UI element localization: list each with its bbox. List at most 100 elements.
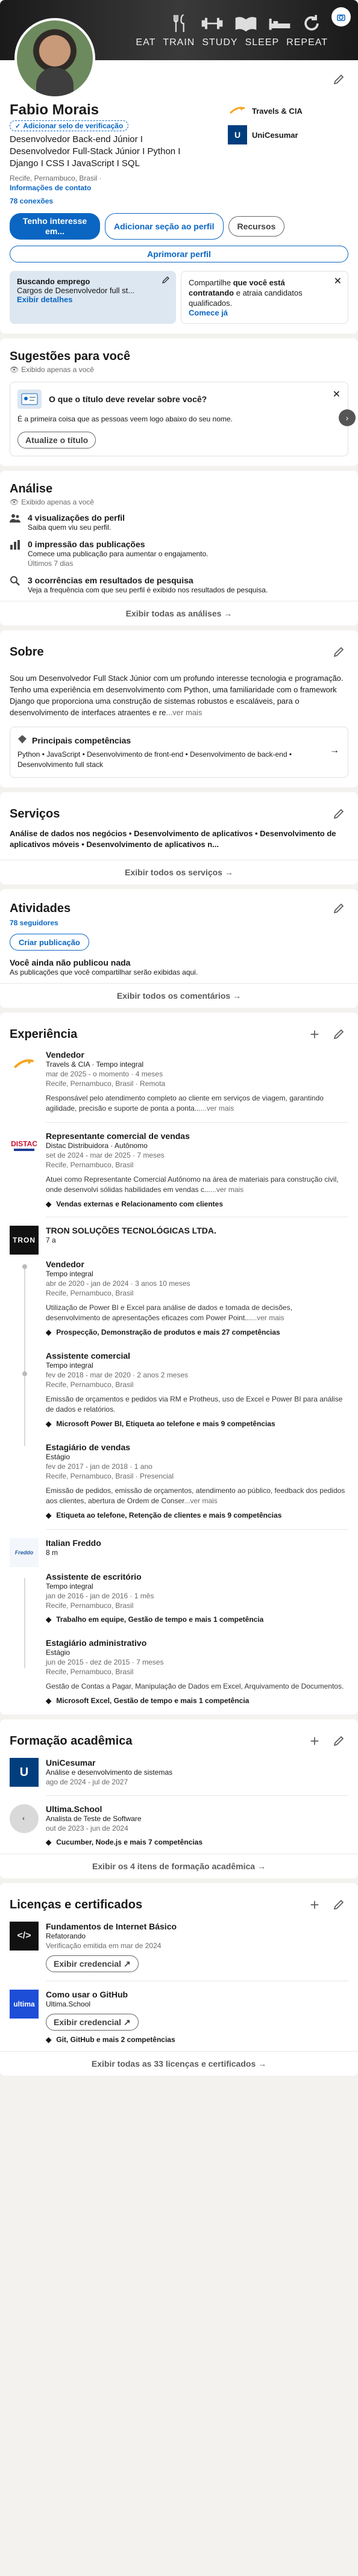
- experience-skills[interactable]: ◆ Prospecção, Demonstração de produtos e …: [46, 1328, 348, 1336]
- analytics-item-sub2: Últimos 7 dias: [28, 559, 74, 568]
- experience-skills[interactable]: ◆ Microsoft Excel, Gestão de tempo e mais…: [46, 1696, 348, 1705]
- services-title: Serviços: [10, 807, 60, 821]
- current-school[interactable]: U UniCesumar: [228, 125, 348, 144]
- current-company[interactable]: Travels & CIA: [228, 101, 348, 120]
- analytics-item[interactable]: 4 visualizações do perfil Saiba quem viu…: [10, 513, 348, 532]
- show-all-services-link[interactable]: Exibir todos os serviços →: [0, 860, 358, 884]
- see-more-link[interactable]: ...ver mais: [251, 1314, 284, 1322]
- edit-icon[interactable]: [329, 1731, 348, 1751]
- see-more-link[interactable]: ...ver mais: [201, 1104, 234, 1113]
- analytics-item[interactable]: 0 impressão das publicações Comece uma p…: [10, 539, 348, 568]
- verify-badge-button[interactable]: ✓ Adicionar selo de verificação: [10, 120, 129, 131]
- license-item[interactable]: ultima Como usar o GitHub Ultima.School …: [10, 1990, 348, 2044]
- experience-item[interactable]: Vendedor Travels & CIA · Tempo integral …: [10, 1050, 348, 1114]
- banner-word: EAT: [136, 37, 156, 48]
- analytics-item[interactable]: 3 ocorrências em resultados de pesquisa …: [10, 576, 348, 595]
- skills-label: Trabalho em equipe, Gestão de tempo e ma…: [56, 1615, 264, 1624]
- experience-dates: fev de 2017 - jan de 2018 · 1 ano: [46, 1462, 152, 1471]
- eye-icon: 👁: [10, 498, 19, 506]
- experience-item[interactable]: DISTAC Representante comercial de vendas…: [10, 1131, 348, 1208]
- education-item[interactable]: ◐ Ultima.School Analista de Teste de Sof…: [10, 1804, 348, 1846]
- experience-desc: Emissão de orçamentos e pedidos via RM e…: [46, 1395, 343, 1414]
- experience-role: Assistente de escritório: [46, 1572, 142, 1581]
- diamond-icon: ◆: [46, 1511, 52, 1519]
- add-icon[interactable]: +: [305, 1025, 324, 1044]
- education-title: Formação acadêmica: [10, 1734, 133, 1748]
- see-more-link[interactable]: ...ver mais: [166, 708, 202, 717]
- experience-role-entry[interactable]: Estagiário de vendas Estágio fev de 2017…: [46, 1442, 348, 1519]
- services-list[interactable]: Análise de dados nos negócios • Desenvol…: [10, 828, 348, 850]
- ultima-logo-icon: ultima: [10, 1990, 39, 2019]
- show-all-licenses-link[interactable]: Exibir todas as 33 licenças e certificad…: [0, 2051, 358, 2076]
- experience-role-entry[interactable]: Estagiário administrativo Estágio jun de…: [46, 1638, 348, 1705]
- resources-button[interactable]: Recursos: [228, 216, 285, 237]
- edit-icon[interactable]: [329, 642, 348, 662]
- open-to-label: Tenho interesse em...: [22, 216, 87, 236]
- see-more-link[interactable]: ...ver mais: [210, 1185, 243, 1194]
- experience-role-entry[interactable]: Vendedor Tempo integral abr de 2020 - ja…: [46, 1259, 348, 1336]
- experience-location: Recife, Pernambuco, Brasil · Remota: [46, 1079, 166, 1088]
- experience-dates: mar de 2025 - o momento · 4 meses: [46, 1070, 163, 1078]
- skills-label: Prospecção, Demonstração de produtos e m…: [56, 1328, 280, 1336]
- unicesumar-logo-icon: U: [10, 1758, 39, 1787]
- edit-icon[interactable]: [329, 804, 348, 824]
- close-icon[interactable]: ✕: [333, 388, 341, 400]
- close-icon[interactable]: ✕: [334, 275, 342, 287]
- add-icon[interactable]: +: [305, 1731, 324, 1751]
- experience-group-duration: 8 m: [46, 1548, 58, 1557]
- show-credential-button[interactable]: Exibir credencial ↗: [46, 2014, 139, 2031]
- add-section-button[interactable]: Adicionar seção ao perfil: [105, 213, 224, 240]
- suggestions-card: Sugestões para você 👁 Exibido apenas a v…: [0, 338, 358, 466]
- skills-label: Git, GitHub e mais 2 competências: [56, 2035, 175, 2044]
- edit-intro-icon[interactable]: [329, 70, 348, 89]
- experience-group[interactable]: Freddo Italian Freddo 8 m: [10, 1538, 348, 1567]
- skills-label: Vendas externas e Relacionamento com cli…: [56, 1200, 224, 1208]
- show-credential-button[interactable]: Exibir credencial ↗: [46, 1955, 139, 1972]
- show-all-comments-link[interactable]: Exibir todos os comentários →: [0, 983, 358, 1008]
- carousel-next-icon[interactable]: ›: [339, 409, 356, 426]
- create-post-button[interactable]: Criar publicação: [10, 934, 89, 951]
- activity-card: Atividades 78 seguidores Criar publicaçã…: [0, 889, 358, 1008]
- arrow-right-icon[interactable]: →: [330, 745, 339, 756]
- followers-link[interactable]: 78 seguidores: [10, 918, 348, 928]
- hiring-start-link[interactable]: Comece já: [189, 308, 341, 317]
- experience-role: Estagiário de vendas: [46, 1442, 131, 1452]
- experience-group[interactable]: TRON TRON SOLUÇÕES TECNOLÓGICAS LTDA. 7 …: [10, 1226, 348, 1255]
- license-skills[interactable]: ◆ Git, GitHub e mais 2 competências: [46, 2035, 175, 2044]
- experience-skills[interactable]: ◆ Etiqueta ao telefone, Retenção de clien…: [46, 1511, 348, 1519]
- edit-banner-icon[interactable]: [331, 7, 351, 26]
- edit-icon[interactable]: [329, 1895, 348, 1914]
- edit-open-to-work-icon[interactable]: [162, 276, 170, 286]
- connections-link[interactable]: 78 conexões: [10, 196, 190, 206]
- experience-role-entry[interactable]: Assistente comercial Tempo integral fev …: [46, 1351, 348, 1428]
- travels-logo-icon: [10, 1050, 39, 1079]
- hiring-card[interactable]: Compartilhe que você está contratando e …: [181, 271, 348, 324]
- education-item[interactable]: U UniCesumar Análise e desenvolvimento d…: [10, 1758, 348, 1787]
- contact-info-link[interactable]: Informações de contato: [10, 183, 190, 193]
- show-all-analytics-link[interactable]: Exibir todas as análises →: [0, 601, 358, 625]
- open-to-work-card[interactable]: Buscando emprego Cargos de Desenvolvedor…: [10, 271, 176, 324]
- open-to-work-link[interactable]: Exibir detalhes: [17, 295, 169, 304]
- licenses-card: Licenças e certificados + </> Fundamento…: [0, 1883, 358, 2076]
- show-all-education-link[interactable]: Exibir os 4 itens de formação acadêmica …: [0, 1854, 358, 1878]
- open-to-button[interactable]: Tenho interesse em...: [10, 213, 100, 240]
- edit-icon[interactable]: [329, 1025, 348, 1044]
- verify-badge-label: Adicionar selo de verificação: [23, 122, 124, 130]
- add-icon[interactable]: +: [305, 1895, 324, 1914]
- experience-role-entry[interactable]: Assistente de escritório Tempo integral …: [46, 1572, 348, 1624]
- update-headline-button[interactable]: Atualize o título: [17, 432, 96, 448]
- education-school: UniCesumar: [46, 1758, 96, 1768]
- edit-icon[interactable]: [329, 899, 348, 918]
- license-item[interactable]: </> Fundamentos de Internet Básico Refat…: [10, 1922, 348, 1972]
- experience-skills[interactable]: ◆ Trabalho em equipe, Gestão de tempo e m…: [46, 1615, 348, 1624]
- experience-skills[interactable]: ◆ Microsoft Power BI, Etiqueta ao telefon…: [46, 1420, 348, 1428]
- about-title: Sobre: [10, 645, 44, 659]
- see-more-link[interactable]: ...ver mais: [184, 1497, 217, 1505]
- education-skills[interactable]: ◆ Cucumber, Node.js e mais 7 competências: [46, 1838, 203, 1846]
- experience-group-company: TRON SOLUÇÕES TECNOLÓGICAS LTDA.: [46, 1226, 216, 1235]
- services-card: Serviços Análise de dados nos negócios •…: [0, 792, 358, 884]
- enhance-profile-button[interactable]: Aprimorar perfil: [10, 246, 348, 262]
- top-skills-box[interactable]: Principais competências Python • JavaScr…: [10, 727, 348, 778]
- experience-skills[interactable]: ◆ Vendas externas e Relacionamento com cl…: [46, 1200, 348, 1208]
- update-headline-label: Atualize o título: [25, 435, 89, 445]
